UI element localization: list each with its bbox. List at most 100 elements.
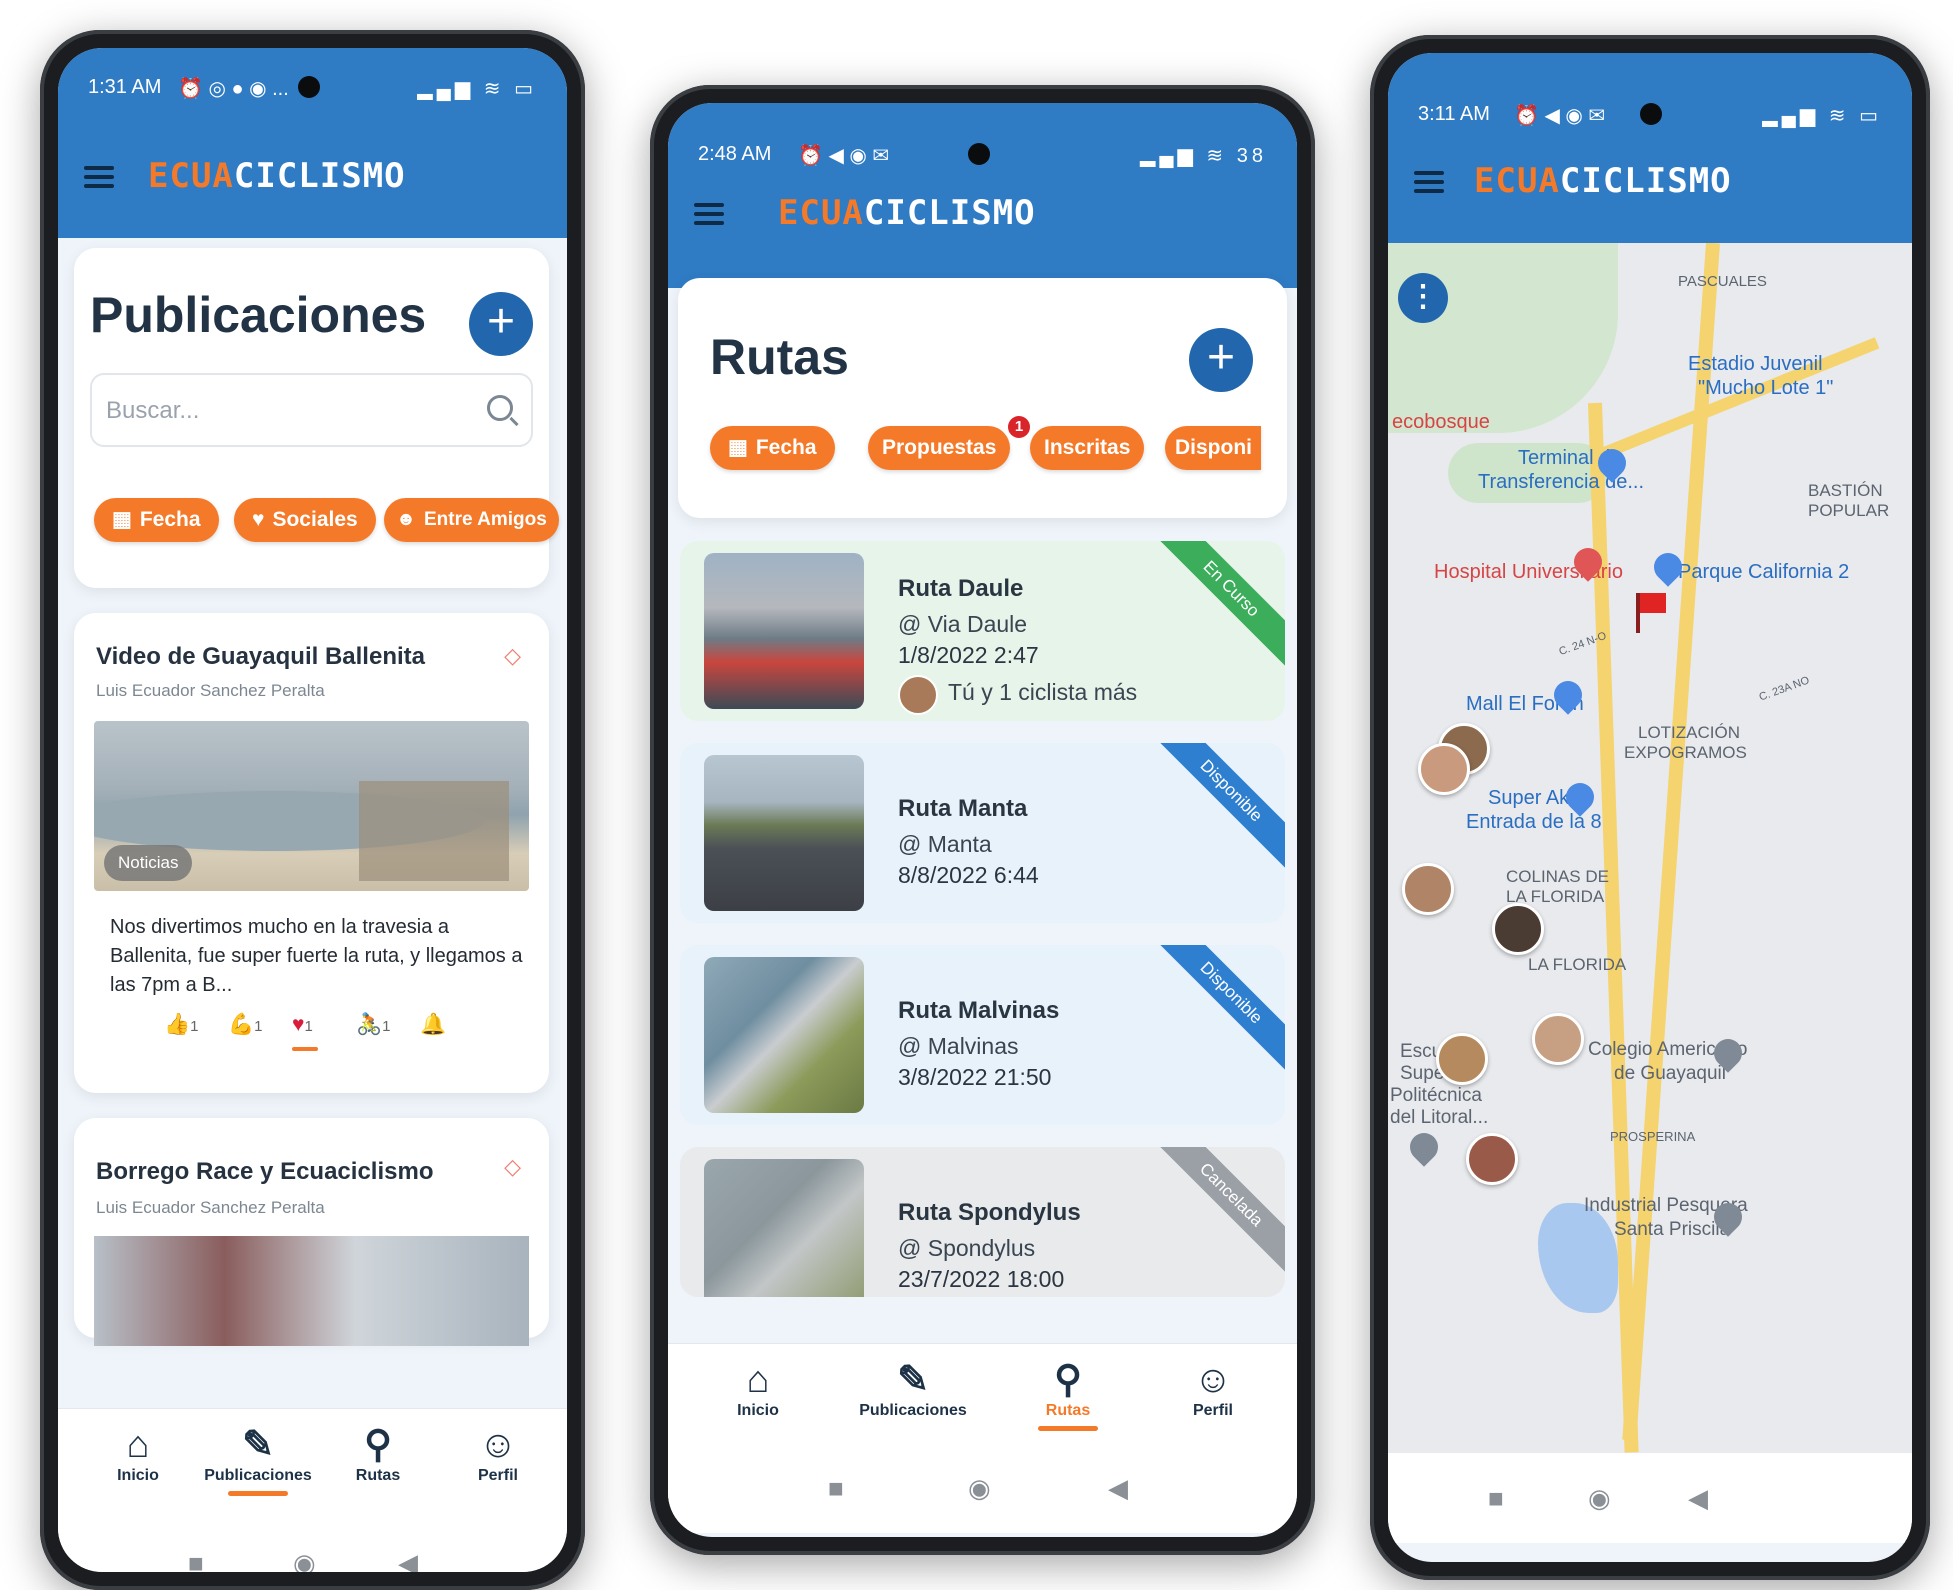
app-logo: ECUACICLISMO [1474,161,1732,201]
map-label: C. 23A NO [1757,674,1812,704]
page-title: Publicaciones [90,287,427,343]
tab-perfil[interactable]: ☺ Perfil [1143,1358,1283,1420]
flag-marker-icon[interactable] [1640,593,1666,613]
tab-inicio[interactable]: ⌂ Inicio [68,1423,208,1485]
route-location: @ Via Daule [898,611,1028,637]
status-right-icons: ▂▄▆ ≋ ▭ [1762,105,1882,127]
route-location: @ Spondylus [898,1235,1036,1261]
chip-propuestas[interactable]: Propuestas [868,426,1011,470]
bike-route-icon: ⚲ [364,1424,392,1466]
posts-icon: ✎ [897,1359,929,1401]
screen-rutas: 2:48 AM ⏰ ◀ ◉ ✉ ▂▄▆ ≋ 38 ECUACICLISMO Ru… [668,103,1297,1537]
map-label: ecobosque [1392,411,1490,433]
back-button[interactable]: ◀ [398,1548,418,1572]
status-ribbon: Cancelada [1148,1147,1285,1278]
route-date: 8/8/2022 6:44 [898,862,1039,888]
active-tab-indicator [228,1491,288,1496]
route-date: 23/7/2022 18:00 [898,1266,1065,1292]
post-image: Noticias [94,721,529,891]
recents-button[interactable]: ■ [828,1473,844,1504]
tag-icon[interactable]: ◇ [504,1154,521,1180]
post-card[interactable]: Video de Guayaquil Ballenita Luis Ecuado… [74,613,549,1093]
active-reaction-indicator [292,1047,318,1051]
recents-button[interactable]: ■ [188,1548,204,1572]
status-icons: ⏰ ◎ ● ◉ ... [178,78,289,100]
map-pin-icon[interactable] [1404,1127,1444,1167]
chip-inscritas[interactable]: Inscritas [1030,426,1145,470]
route-card[interactable]: Ruta Malvinas @ Malvinas 3/8/2022 21:50 … [680,945,1285,1125]
status-right-icons: ▂▄▆ ≋ 38 [1139,145,1267,167]
post-card[interactable]: Borrego Race y Ecuaciclismo Luis Ecuador… [74,1118,549,1346]
post-title: Borrego Race y Ecuaciclismo [96,1158,434,1185]
avatar[interactable] [1418,743,1470,795]
avatar[interactable] [1402,863,1454,915]
chip-sociales[interactable]: ♥ Sociales [234,498,376,542]
chip-entre-amigos[interactable]: ☻ Entre Amigos [384,498,559,542]
route-date: 1/8/2022 2:47 [898,642,1039,668]
phone-map: 3:11 AM ⏰ ◀ ◉ ✉ ▂▄▆ ≋ ▭ ECUACICLISMO ⋮ P… [1370,35,1930,1580]
map-label: LOTIZACIÓN [1638,723,1741,742]
status-time: 1:31 AM [88,76,162,98]
menu-icon[interactable] [1414,171,1444,193]
calendar-icon: ▦ [728,436,748,459]
home-button[interactable]: ◉ [968,1473,991,1504]
tab-publicaciones[interactable]: ✎ Publicaciones [843,1358,983,1420]
tab-perfil[interactable]: ☺ Perfil [428,1423,567,1485]
front-camera [298,76,320,98]
map-label: Parque California 2 [1678,561,1850,583]
post-category-badge: Noticias [104,845,193,881]
search-icon [487,395,513,421]
tab-rutas[interactable]: ⚲ Rutas [998,1358,1138,1431]
back-button[interactable]: ◀ [1688,1483,1708,1514]
tab-inicio[interactable]: ⌂ Inicio [688,1358,828,1420]
map-water [1538,1203,1618,1313]
tab-rutas[interactable]: ⚲ Rutas [308,1423,448,1485]
heart-reaction-icon[interactable]: ♥1 [292,1013,313,1037]
bell-icon[interactable]: 🔔 [420,1013,446,1037]
route-card[interactable]: Ruta Spondylus @ Spondylus 23/7/2022 18:… [680,1147,1285,1297]
chip-fecha[interactable]: ▦ Fecha [710,426,835,470]
recents-button[interactable]: ■ [1488,1483,1504,1514]
tag-icon[interactable]: ◇ [504,643,521,669]
route-card[interactable]: Ruta Daule @ Via Daule 1/8/2022 2:47 Tú … [680,541,1285,721]
map-label: del Litoral... [1390,1107,1489,1128]
add-route-button[interactable]: + [1189,328,1253,392]
map-label: "Mucho Lote 1" [1698,377,1834,399]
search-placeholder: Buscar... [106,397,200,424]
route-card[interactable]: Ruta Manta @ Manta 8/8/2022 6:44 Disponi… [680,743,1285,923]
thumbs-up-icon[interactable]: 👍1 [164,1013,199,1037]
more-vertical-icon: ⋮ [1408,280,1438,313]
avatar[interactable] [1436,1033,1488,1085]
screen-map: 3:11 AM ⏰ ◀ ◉ ✉ ▂▄▆ ≋ ▭ ECUACICLISMO ⋮ P… [1388,53,1912,1562]
post-image [94,1236,529,1346]
post-author: Luis Ecuador Sanchez Peralta [96,681,325,700]
home-button[interactable]: ◉ [293,1548,316,1572]
status-right-icons: ▂▄▆ ≋ ▭ [417,78,537,100]
system-nav-bar: ■ ◉ ◀ [668,1443,1297,1533]
menu-icon[interactable] [84,166,114,188]
avatar[interactable] [1466,1133,1518,1185]
avatar[interactable] [1532,1013,1584,1065]
app-logo: ECUACICLISMO [778,193,1036,233]
chip-fecha[interactable]: ▦ Fecha [94,498,219,542]
status-time: 2:48 AM [698,143,772,165]
chip-disponibles[interactable]: Disponi [1165,426,1261,470]
search-input[interactable]: Buscar... [90,373,533,447]
back-button[interactable]: ◀ [1108,1473,1128,1504]
muscle-icon[interactable]: 💪1 [228,1013,263,1037]
map-options-button[interactable]: ⋮ [1398,273,1448,323]
avatar[interactable] [1492,903,1544,955]
cyclist-icon[interactable]: 🚴1 [356,1013,391,1037]
app-bar: 1:31 AM ⏰ ◎ ● ◉ ... ▂▄▆ ≋ ▭ ECUACICLISMO [58,48,567,238]
map-label: Santa Priscila [1614,1219,1731,1240]
posts-icon: ✎ [242,1424,274,1466]
add-post-button[interactable]: + [469,292,533,356]
tab-publicaciones[interactable]: ✎ Publicaciones [188,1423,328,1496]
proposals-count-badge: 1 [1008,416,1030,438]
app-logo: ECUACICLISMO [148,156,406,196]
home-button[interactable]: ◉ [1588,1483,1611,1514]
map-view[interactable]: ⋮ PASCUALES Estadio Juvenil "Mucho Lote … [1388,243,1912,1472]
route-name: Ruta Spondylus [898,1199,1081,1226]
phone-rutas: 2:48 AM ⏰ ◀ ◉ ✉ ▂▄▆ ≋ 38 ECUACICLISMO Ru… [650,85,1315,1555]
menu-icon[interactable] [694,203,724,225]
